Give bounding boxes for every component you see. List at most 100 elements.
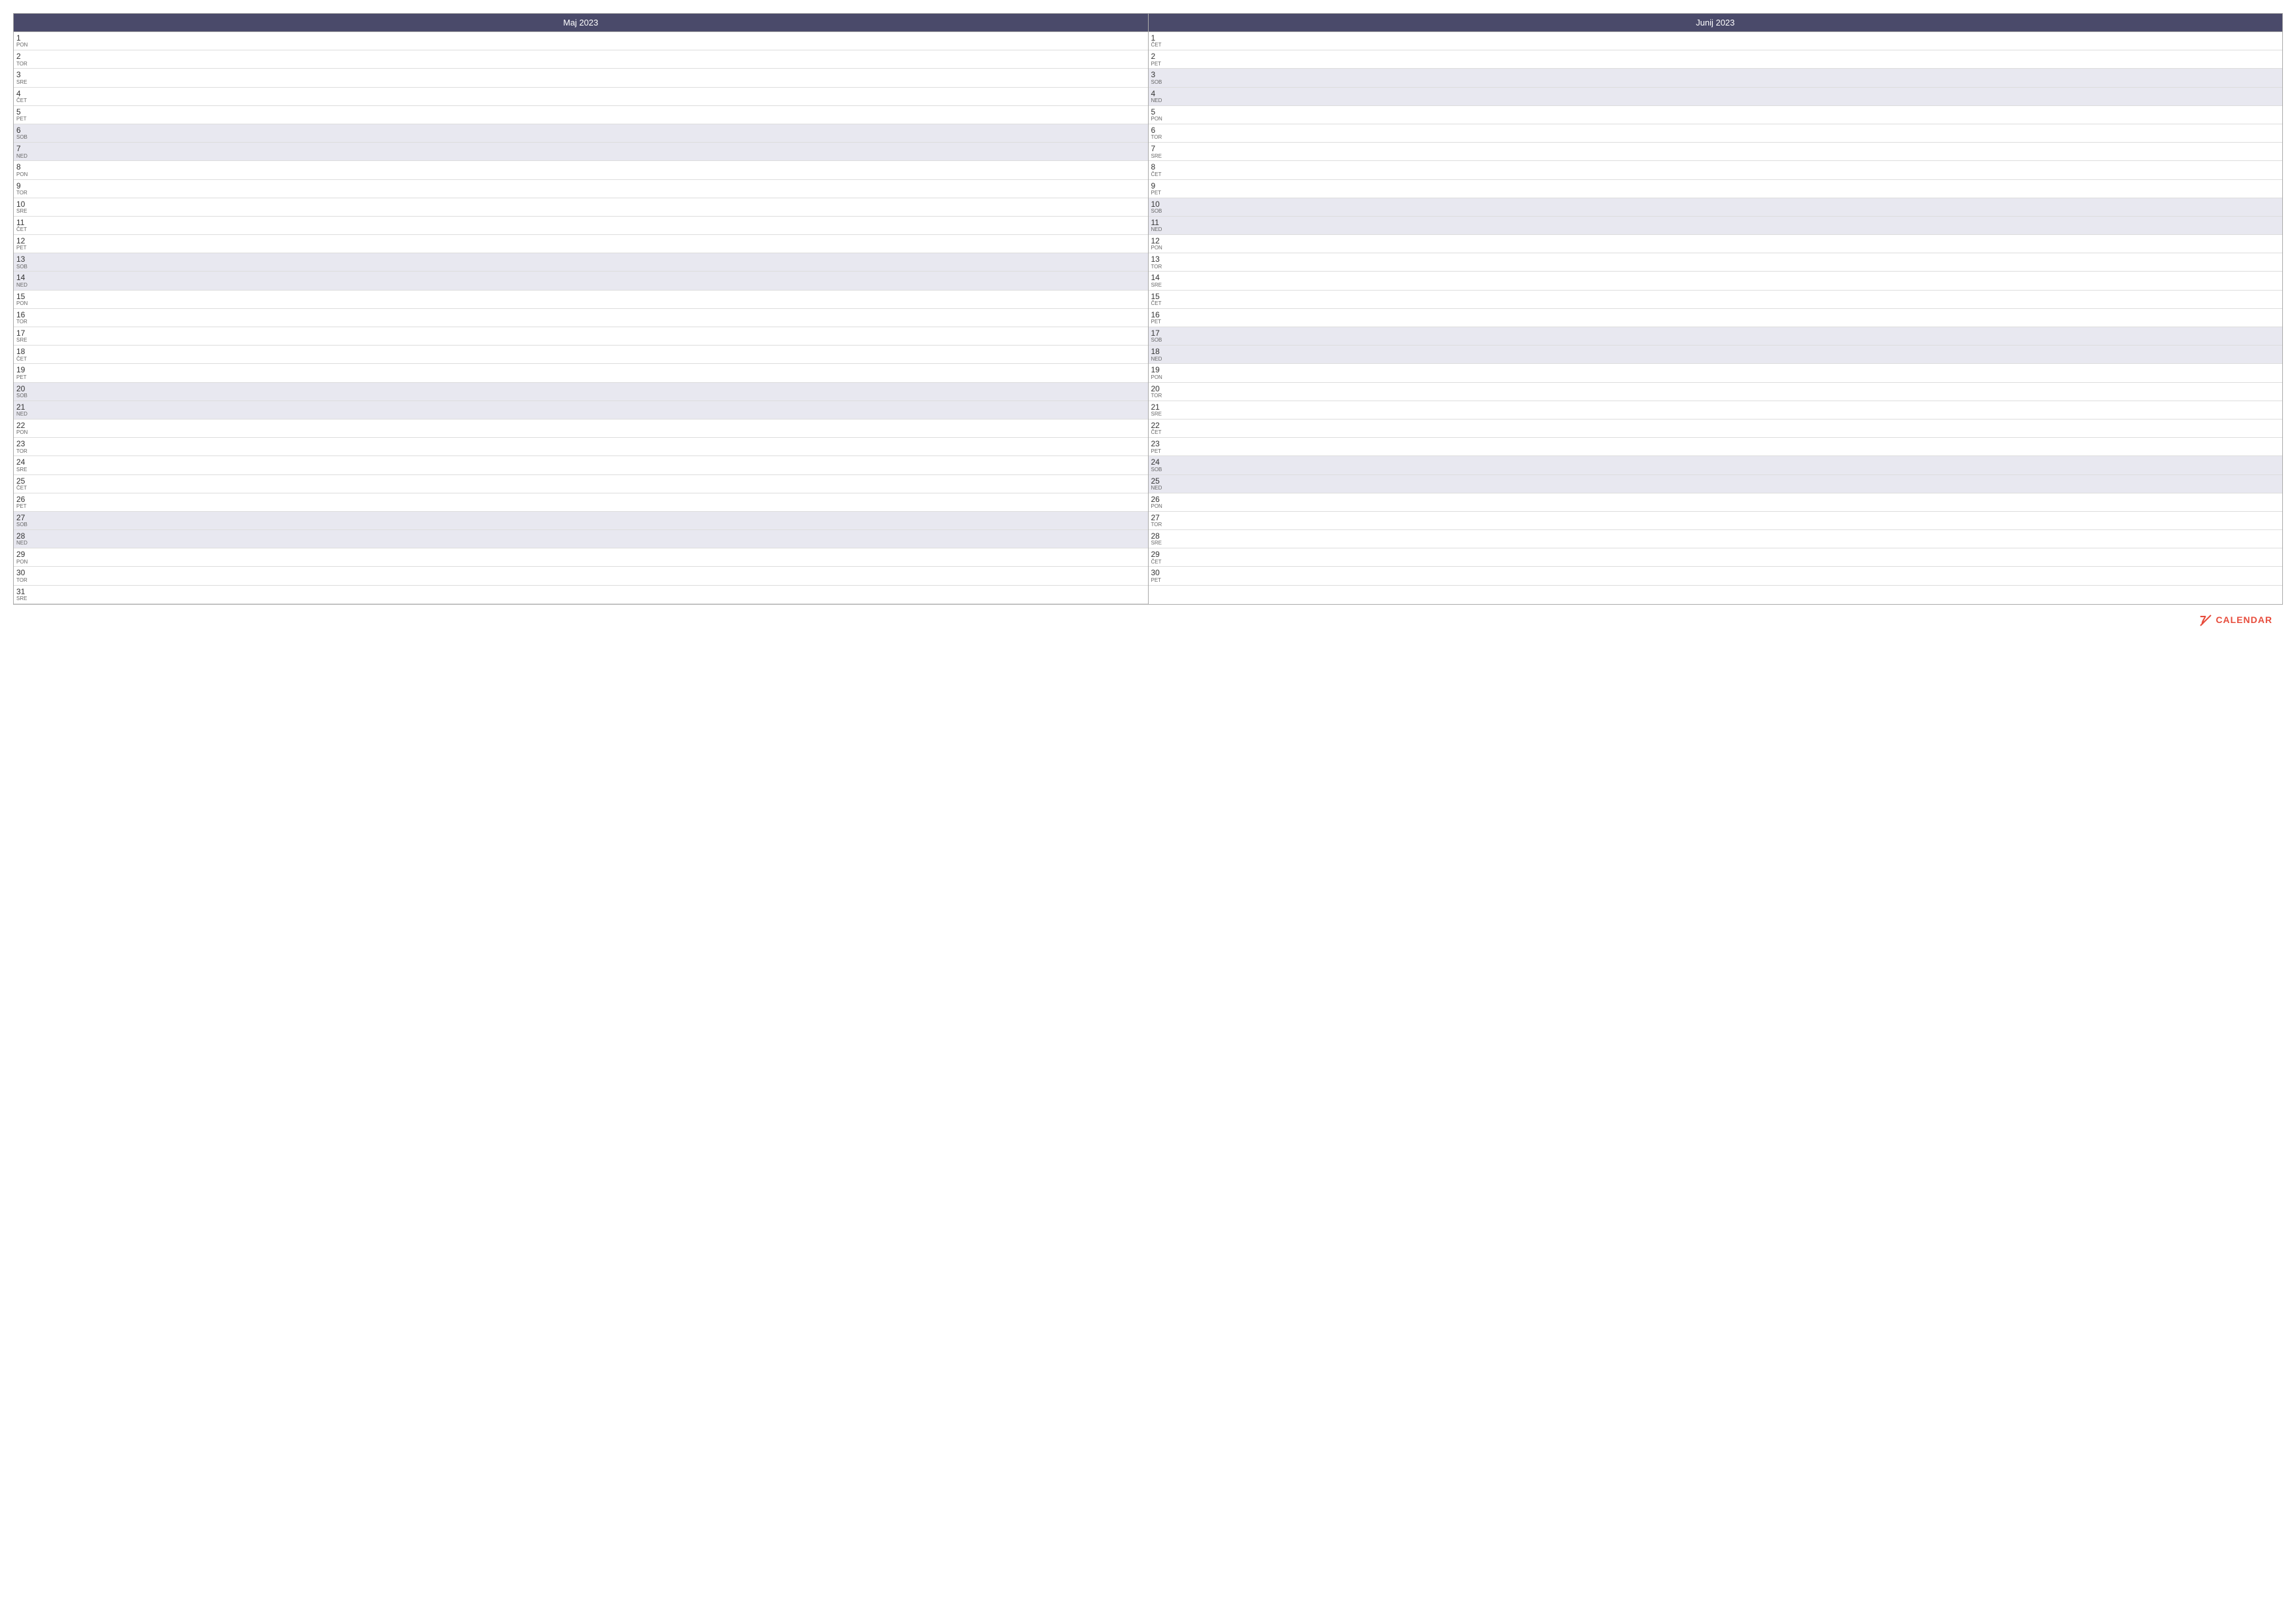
day-info: 27TOR [1151,513,1171,528]
month-header-1: Maj 2023 [14,14,1148,32]
day-abbr: SOB [1151,338,1162,344]
day-abbr: NED [16,283,27,289]
page: Maj 20231PON2TOR3SRE4ČET5PET6SOB7NED8PON… [0,0,2296,1623]
day-info: 15PON [16,292,36,307]
day-abbr: TOR [16,449,27,455]
day-number: 23 [16,439,25,448]
day-row: 22PON [14,419,1148,438]
day-row: 1ČET [1149,32,2283,50]
day-info: 20TOR [1151,384,1171,399]
day-number: 15 [16,292,25,301]
day-info: 2PET [1151,52,1171,67]
day-number: 17 [16,329,25,338]
day-abbr: SRE [16,338,27,344]
day-abbr: ČET [16,357,27,363]
day-row: 3SOB [1149,69,2283,87]
day-row: 12PET [14,235,1148,253]
day-abbr: SOB [16,522,27,528]
day-row: 23PET [1149,438,2283,456]
day-abbr: TOR [16,62,27,67]
day-number: 8 [1151,162,1156,171]
day-abbr: SOB [16,393,27,399]
day-info: 20SOB [16,384,36,399]
day-number: 2 [1151,52,1156,61]
day-number: 24 [16,457,25,467]
calendar-grid: Maj 20231PON2TOR3SRE4ČET5PET6SOB7NED8PON… [13,13,2283,605]
day-number: 22 [1151,421,1160,430]
day-number: 9 [1151,181,1156,190]
day-number: 4 [16,89,21,98]
day-row: 21SRE [1149,401,2283,419]
day-row: 18NED [1149,346,2283,364]
day-info: 27SOB [16,513,36,528]
day-info: 23TOR [16,439,36,454]
day-info: 14NED [16,273,36,288]
day-row: 26PET [14,493,1148,512]
day-row: 19PON [1149,364,2283,382]
day-row: 13TOR [1149,253,2283,272]
day-abbr: ČET [1151,172,1162,178]
day-info: 16PET [1151,310,1171,325]
day-abbr: TOR [16,578,27,584]
day-info: 4ČET [16,89,36,104]
day-number: 8 [16,162,21,171]
day-row: 27TOR [1149,512,2283,530]
day-abbr: PET [1151,578,1162,584]
day-number: 11 [1151,218,1159,227]
day-row: 11ČET [14,217,1148,235]
day-number: 16 [16,310,25,319]
day-number: 12 [16,236,25,245]
day-number: 27 [16,513,25,522]
day-abbr: PET [16,116,27,122]
day-row: 19PET [14,364,1148,382]
day-info: 9TOR [16,181,36,196]
day-abbr: PET [16,245,27,251]
day-abbr: PON [1151,116,1162,122]
day-abbr: PON [16,430,27,436]
day-row: 18ČET [14,346,1148,364]
day-info: 3SOB [1151,70,1171,85]
day-info: 28NED [16,531,36,546]
day-abbr: SOB [16,135,27,141]
day-abbr: ČET [1151,43,1162,48]
footer-logo: 7 CALENDAR [2198,613,2272,628]
day-info: 19PON [1151,365,1171,380]
day-number: 27 [1151,513,1160,522]
day-row: 10SRE [14,198,1148,217]
day-row: 1PON [14,32,1148,50]
day-abbr: TOR [1151,393,1162,399]
day-number: 29 [1151,550,1160,559]
day-row: 4NED [1149,88,2283,106]
day-number: 21 [16,402,25,412]
day-abbr: PON [16,560,27,565]
day-row: 30TOR [14,567,1148,585]
day-row: 10SOB [1149,198,2283,217]
day-number: 15 [1151,292,1160,301]
day-abbr: PON [1151,375,1162,381]
day-number: 30 [1151,568,1160,577]
day-abbr: PET [16,375,27,381]
day-abbr: PET [1151,319,1162,325]
day-info: 10SRE [16,200,36,215]
day-row: 2TOR [14,50,1148,69]
day-number: 22 [16,421,25,430]
day-info: 6SOB [16,126,36,141]
day-number: 10 [16,200,25,209]
day-info: 1PON [16,33,36,48]
day-abbr: NED [16,541,27,546]
day-number: 2 [16,52,21,61]
day-info: 23PET [1151,439,1171,454]
day-abbr: PON [1151,504,1162,510]
day-info: 2TOR [16,52,36,67]
month-column-1: Maj 20231PON2TOR3SRE4ČET5PET6SOB7NED8PON… [14,14,1149,604]
day-abbr: PON [1151,245,1162,251]
day-abbr: SRE [1151,154,1162,160]
day-number: 6 [16,126,21,135]
day-abbr: SOB [1151,209,1162,215]
day-number: 24 [1151,457,1160,467]
day-abbr: SRE [16,596,27,602]
day-info: 5PET [16,107,36,122]
day-row: 23TOR [14,438,1148,456]
day-abbr: ČET [16,227,27,233]
day-info: 18NED [1151,347,1171,362]
